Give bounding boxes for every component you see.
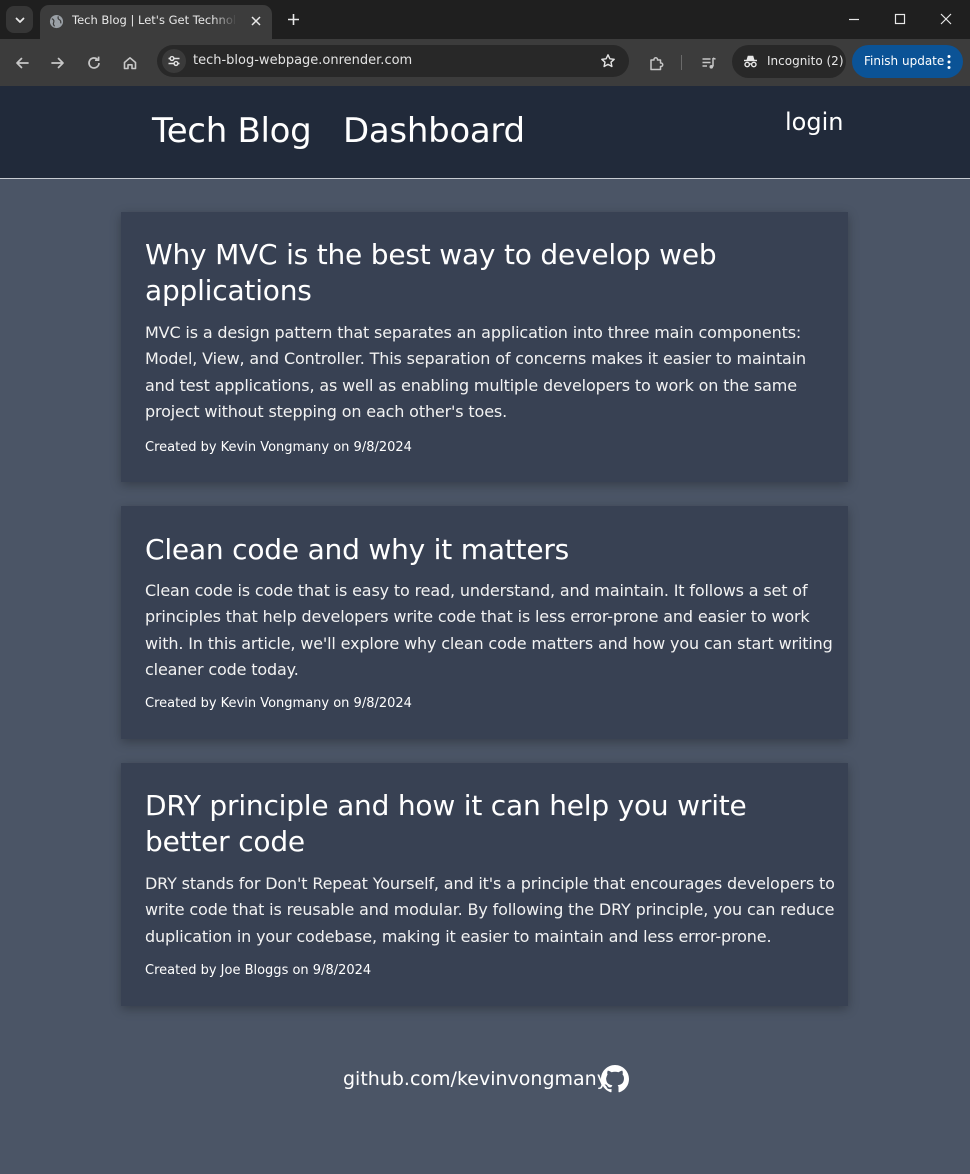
incognito-label: Incognito (2) [767,54,844,68]
back-button[interactable] [9,50,35,76]
post-title[interactable]: Why MVC is the best way to develop web a… [145,237,835,309]
maximize-icon [894,13,906,25]
site-brand-link[interactable]: Tech Blog [152,111,312,151]
post-body: DRY stands for Don't Repeat Yourself, an… [145,874,835,946]
media-controls-button[interactable] [696,50,722,76]
toolbar-divider [681,55,682,70]
post-body: Clean code is code that is easy to read,… [145,581,833,679]
post-title[interactable]: DRY principle and how it can help you wr… [145,788,835,860]
chevron-down-icon [15,17,24,23]
post-meta: Created by Kevin Vongmany on 9/8/2024 [145,696,412,711]
nav-login-link[interactable]: login [785,108,843,136]
tab-close-button[interactable] [246,11,266,31]
finish-update-label: Finish update [864,54,945,68]
minimize-button[interactable] [840,6,868,32]
home-icon [123,57,137,70]
arrow-left-icon [16,57,29,69]
reload-icon [88,56,100,69]
globe-icon [49,14,64,29]
reload-button[interactable] [81,50,107,76]
browser-toolbar: tech-blog-webpage.onrender.com Incognito… [0,39,970,86]
playlist-icon [702,57,716,69]
more-vertical-icon [947,55,951,69]
puzzle-icon [649,56,663,70]
forward-button[interactable] [45,50,71,76]
incognito-profile-button[interactable]: Incognito (2) [732,45,846,78]
arrow-right-icon [51,57,64,69]
star-icon [601,54,615,68]
tune-icon [168,55,180,67]
address-bar[interactable]: tech-blog-webpage.onrender.com [157,45,629,77]
post-meta: Created by Joe Bloggs on 9/8/2024 [145,963,372,978]
new-tab-button[interactable] [282,8,304,30]
close-icon [940,13,952,25]
browser-tab-strip: Tech Blog | Let's Get Technological [0,0,970,39]
window-close-button[interactable] [932,6,960,32]
site-header: Tech Blog Dashboard login [0,86,970,179]
tab-search-button[interactable] [6,6,33,33]
browser-menu-button[interactable] [944,52,954,72]
minimize-icon [849,18,859,21]
plus-icon [287,13,299,25]
post-body: MVC is a design pattern that separates a… [145,323,807,421]
extensions-button[interactable] [643,50,669,76]
github-link[interactable]: github.com/kevinvongmany [343,1068,608,1090]
bookmark-button[interactable] [599,52,617,70]
incognito-icon [744,55,757,68]
post-card[interactable]: DRY principle and how it can help you wr… [121,763,848,1006]
github-icon[interactable] [601,1065,629,1093]
finish-update-button[interactable]: Finish update [852,45,963,78]
nav-dashboard-link[interactable]: Dashboard [343,111,525,151]
browser-tab[interactable]: Tech Blog | Let's Get Technological [40,5,272,39]
post-title[interactable]: Clean code and why it matters [145,532,835,568]
post-meta: Created by Kevin Vongmany on 9/8/2024 [145,440,412,455]
home-button[interactable] [117,50,143,76]
close-icon [251,16,261,26]
url-text: tech-blog-webpage.onrender.com [193,53,413,68]
maximize-button[interactable] [886,6,914,32]
post-card[interactable]: Clean code and why it matters Clean code… [121,506,848,739]
site-info-button[interactable] [162,49,186,73]
post-card[interactable]: Why MVC is the best way to develop web a… [121,212,848,482]
tab-title: Tech Blog | Let's Get Technological [72,13,237,27]
